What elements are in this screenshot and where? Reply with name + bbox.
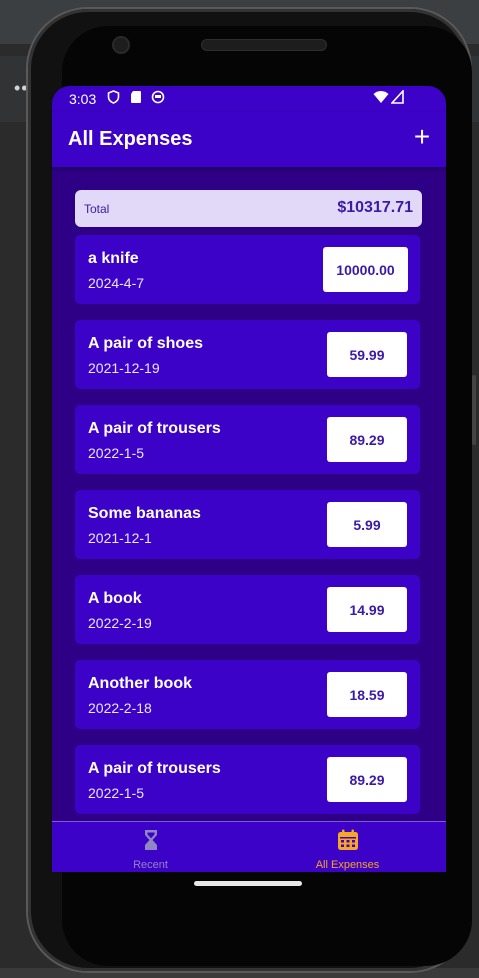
shield-icon: [107, 90, 120, 107]
expense-title: Some bananas: [88, 505, 201, 522]
expense-amount: 18.59: [327, 672, 407, 717]
page-title: All Expenses: [68, 128, 193, 150]
expense-amount: 59.99: [327, 332, 407, 377]
cell-signal-icon: [390, 88, 404, 107]
plus-icon: +: [413, 121, 431, 152]
power-button[interactable]: [472, 375, 476, 445]
tab-all-expenses-label: All Expenses: [315, 859, 380, 871]
expense-date: 2022-1-5: [88, 785, 145, 801]
app-bar: All Expenses +: [52, 112, 446, 167]
expense-item[interactable]: Another book 2022-2-18 18.59: [75, 660, 420, 729]
total-summary-card: Total $10317.71: [75, 190, 422, 227]
tab-recent-label: Recent: [133, 859, 168, 871]
notification-icon: [151, 90, 165, 107]
expense-title: A book: [88, 590, 142, 607]
expense-list: a knife 2024-4-7 10000.00 A pair of shoe…: [75, 235, 422, 821]
expense-date: 2021-12-1: [88, 530, 152, 546]
expense-item[interactable]: A pair of shoes 2021-12-19 59.99: [75, 320, 420, 389]
expense-item[interactable]: a knife 2024-4-7 10000.00: [75, 235, 420, 304]
expense-date: 2022-2-18: [88, 700, 152, 716]
expense-amount: 89.29: [327, 757, 407, 802]
front-camera: [114, 38, 128, 52]
expense-title: a knife: [88, 250, 139, 267]
more-options-icon[interactable]: ••: [14, 78, 29, 99]
expense-title: A pair of trousers: [88, 760, 221, 777]
hourglass-icon: [139, 828, 163, 852]
app-screen: 3:03 All Expenses + Total $10317.71 a kn…: [52, 86, 446, 872]
expense-item[interactable]: A pair of trousers 2022-1-5 89.29: [75, 745, 420, 814]
expense-title: Another book: [88, 675, 192, 692]
expense-title: A pair of shoes: [88, 335, 203, 352]
status-time: 3:03: [69, 91, 97, 107]
earpiece-speaker: [202, 40, 326, 50]
total-label: Total: [84, 202, 110, 216]
expense-amount: 89.29: [327, 417, 407, 462]
expense-title: A pair of trousers: [88, 420, 221, 437]
expense-amount: 14.99: [327, 587, 407, 632]
tab-all-expenses[interactable]: All Expenses: [249, 822, 446, 872]
add-expense-button[interactable]: +: [407, 120, 437, 154]
home-indicator[interactable]: [194, 881, 302, 886]
bottom-navigation: Recent All Expenses: [52, 821, 446, 872]
expense-item[interactable]: A pair of trousers 2022-1-5 89.29: [75, 405, 420, 474]
expense-date: 2021-12-19: [88, 360, 160, 376]
expenses-content[interactable]: Total $10317.71 a knife 2024-4-7 10000.0…: [52, 167, 446, 821]
expense-date: 2022-2-19: [88, 615, 152, 631]
total-value: $10317.71: [337, 199, 413, 216]
expense-amount: 5.99: [327, 502, 407, 547]
wifi-icon: [373, 90, 389, 107]
expense-date: 2022-1-5: [88, 445, 145, 461]
sd-card-icon: [130, 90, 142, 107]
status-bar: 3:03: [52, 86, 446, 112]
expense-date: 2024-4-7: [88, 275, 145, 291]
calendar-icon: [336, 828, 360, 852]
tab-recent[interactable]: Recent: [52, 822, 249, 872]
expense-item[interactable]: A book 2022-2-19 14.99: [75, 575, 420, 644]
expense-amount: 10000.00: [323, 247, 408, 292]
expense-item[interactable]: Some bananas 2021-12-1 5.99: [75, 490, 420, 559]
